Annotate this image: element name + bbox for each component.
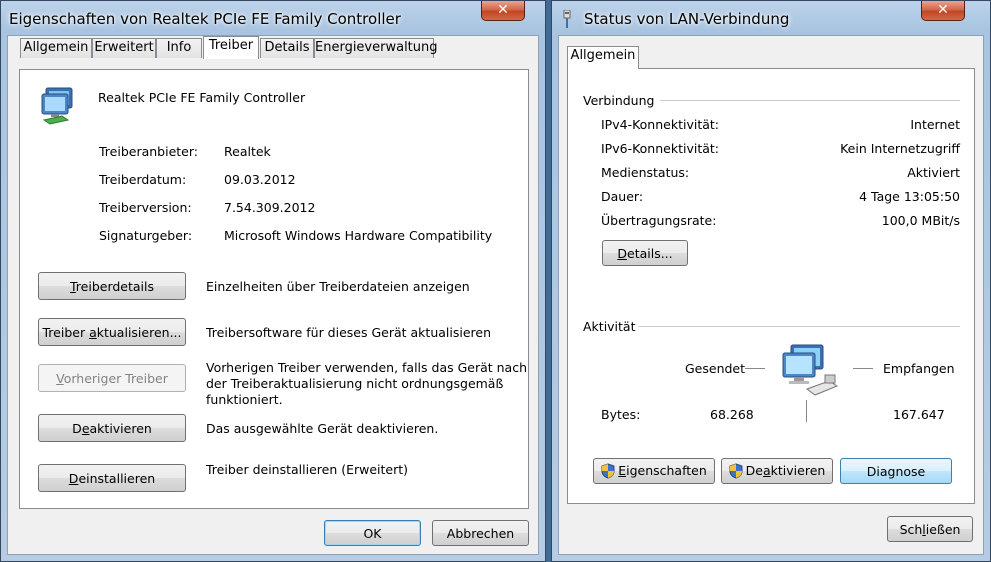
received-label: Empfangen — [883, 361, 955, 376]
rollback-description-line2: der Treiberaktualisierung nicht ordnungs… — [206, 376, 504, 391]
duration-label: Dauer: — [601, 189, 644, 204]
network-activity-icon — [777, 343, 847, 399]
rollback-description-line3: funktioniert. — [206, 392, 283, 407]
update-driver-button[interactable]: Treiber aktualisieren... — [38, 318, 186, 346]
ipv4-label: IPv4-Konnektivität: — [601, 117, 719, 132]
tab-allgemein[interactable]: Allgemein — [567, 46, 639, 69]
uac-shield-icon — [729, 463, 743, 479]
tab-erweitert[interactable]: Erweitert — [92, 38, 156, 58]
media-status-value: Aktiviert — [907, 165, 960, 180]
lan-status-window: Status von LAN-Verbindung ✕ Allgemein Ve… — [551, 0, 991, 562]
speed-label: Übertragungsrate: — [601, 213, 717, 228]
title-bar[interactable]: Eigenschaften von Realtek PCIe FE Family… — [1, 1, 545, 35]
connection-section-header: Verbindung — [583, 93, 655, 108]
uninstall-driver-button[interactable]: Deinstallieren — [38, 464, 186, 492]
driver-provider-label: Treiberanbieter: — [99, 144, 198, 159]
diagnose-button[interactable]: Diagnose — [840, 458, 952, 484]
activity-section-header: Aktivität — [583, 319, 636, 334]
dialog-body: Allgemein Erweitert Info Treiber Details… — [7, 35, 539, 555]
received-line — [853, 368, 873, 369]
window-title: Eigenschaften von Realtek PCIe FE Family… — [9, 10, 401, 28]
activity-divider — [806, 400, 807, 422]
bytes-sent-value: 68.268 — [710, 407, 754, 422]
connection-separator — [660, 100, 960, 101]
device-properties-window: Eigenschaften von Realtek PCIe FE Family… — [0, 0, 546, 562]
driver-version-label: Treiberversion: — [99, 200, 192, 215]
dialog-body: Allgemein Verbindung IPv4-Konnektivität:… — [558, 35, 984, 555]
driver-date-label: Treiberdatum: — [99, 172, 187, 187]
tab-details[interactable]: Details — [260, 38, 314, 58]
sent-line — [745, 368, 765, 369]
bytes-received-value: 167.647 — [893, 407, 945, 422]
speed-value: 100,0 MBit/s — [881, 213, 960, 228]
uac-shield-icon — [601, 463, 615, 479]
tab-energieverwaltung[interactable]: Energieverwaltung — [314, 38, 438, 58]
close-button[interactable]: Schließen — [887, 516, 973, 542]
media-status-label: Medienstatus: — [601, 165, 690, 180]
details-button[interactable]: Details... — [602, 240, 688, 266]
network-adapter-icon — [38, 86, 78, 126]
uninstall-driver-description: Treiber deinstallieren (Erweitert) — [206, 462, 409, 477]
rollback-driver-button[interactable]: Vorheriger Treiber — [38, 364, 186, 392]
duration-value: 4 Tage 13:05:50 — [859, 189, 960, 204]
sent-label: Gesendet — [685, 361, 746, 376]
driver-date-value: 09.03.2012 — [224, 172, 296, 187]
disable-device-button[interactable]: Deaktivieren — [38, 414, 186, 442]
network-cable-icon — [561, 9, 573, 28]
ipv6-value: Kein Internetzugriff — [840, 141, 960, 156]
tab-info[interactable]: Info — [156, 38, 202, 58]
tab-allgemein[interactable]: Allgemein — [20, 38, 92, 58]
bytes-label: Bytes: — [601, 407, 641, 422]
cancel-button[interactable]: Abbrechen — [432, 520, 529, 546]
driver-provider-value: Realtek — [224, 144, 271, 159]
disable-device-description: Das ausgewählte Gerät deaktivieren. — [206, 421, 439, 436]
signer-label: Signaturgeber: — [99, 228, 193, 243]
deactivate-button[interactable]: Deaktivieren — [721, 458, 833, 484]
update-driver-description: Treibersoftware für dieses Gerät aktuali… — [206, 325, 491, 340]
title-bar[interactable]: Status von LAN-Verbindung ✕ — [552, 1, 990, 35]
driver-version-value: 7.54.309.2012 — [224, 200, 316, 215]
ipv6-label: IPv6-Konnektivität: — [601, 141, 719, 156]
tab-treiber[interactable]: Treiber — [203, 36, 259, 59]
ok-button[interactable]: OK — [324, 520, 421, 546]
rollback-description-line1: Vorherigen Treiber verwenden, falls das … — [206, 360, 528, 375]
properties-button[interactable]: Eigenschaften — [593, 458, 715, 484]
treiber-panel: Realtek PCIe FE Family Controller Treibe… — [19, 69, 529, 509]
device-name: Realtek PCIe FE Family Controller — [98, 90, 306, 105]
driver-details-button[interactable]: Treiberdetails — [38, 272, 186, 300]
ipv4-value: Internet — [910, 117, 960, 132]
close-window-button[interactable]: ✕ — [481, 1, 525, 21]
driver-details-description: Einzelheiten über Treiberdateien anzeige… — [206, 279, 470, 294]
general-panel: Verbindung IPv4-Konnektivität: Internet … — [567, 68, 975, 504]
activity-separator — [638, 326, 960, 327]
close-window-button[interactable]: ✕ — [921, 1, 965, 21]
signer-value: Microsoft Windows Hardware Compatibility — [224, 228, 493, 243]
window-title: Status von LAN-Verbindung — [584, 10, 790, 28]
